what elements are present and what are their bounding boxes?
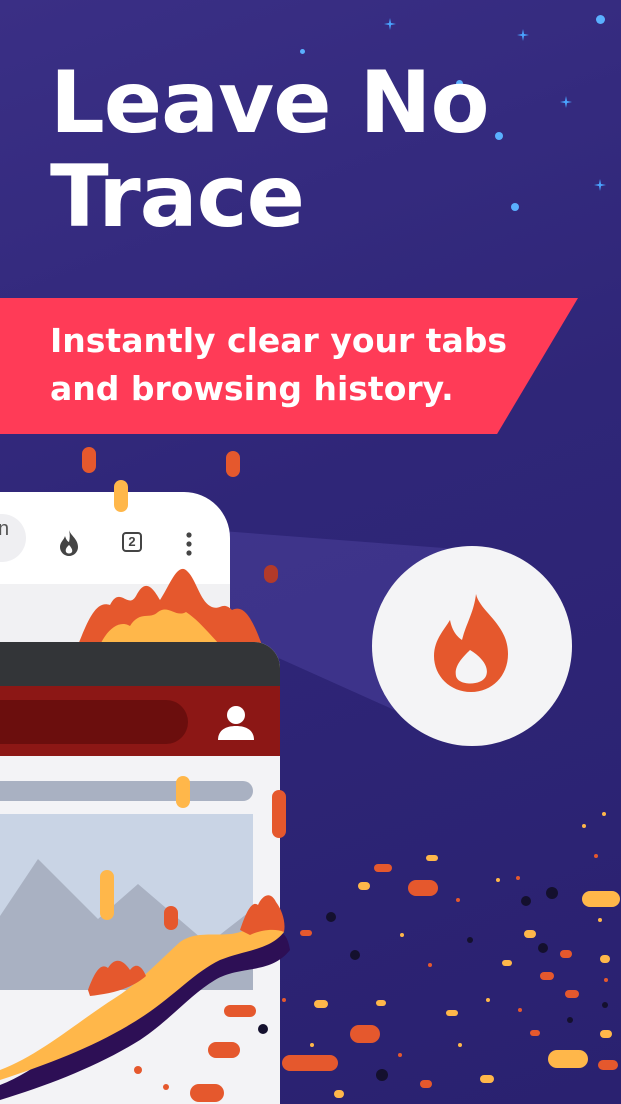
promo-screen: Leave No Trace Instantly clear your tabs… <box>0 0 621 1104</box>
ember-particles <box>82 447 620 1102</box>
fire-icon <box>434 594 508 692</box>
